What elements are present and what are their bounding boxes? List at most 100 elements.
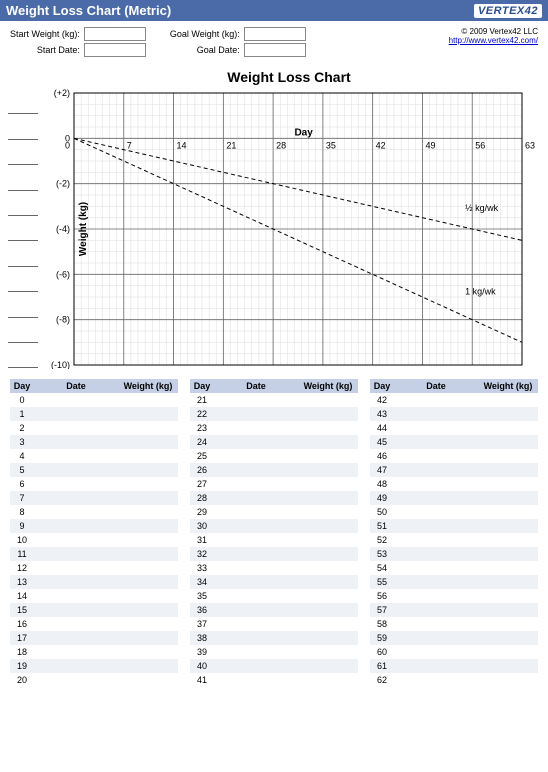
blank-line[interactable]: [8, 89, 38, 114]
vertex42-link[interactable]: http://www.vertex42.com/: [449, 36, 538, 45]
table-row[interactable]: 60: [370, 645, 538, 659]
cell-day: 34: [190, 577, 214, 587]
table-row[interactable]: 40: [190, 659, 358, 673]
table-row[interactable]: 4: [10, 449, 178, 463]
table-row[interactable]: 1: [10, 407, 178, 421]
cell-day: 39: [190, 647, 214, 657]
table-row[interactable]: 14: [10, 589, 178, 603]
table-row[interactable]: 22: [190, 407, 358, 421]
table-row[interactable]: 61: [370, 659, 538, 673]
table-row[interactable]: 37: [190, 617, 358, 631]
start-date-input[interactable]: [84, 43, 146, 57]
blank-line[interactable]: [8, 318, 38, 343]
table-row[interactable]: 32: [190, 547, 358, 561]
table-row[interactable]: 45: [370, 435, 538, 449]
blank-line[interactable]: [8, 114, 38, 139]
table-row[interactable]: 38: [190, 631, 358, 645]
cell-day: 7: [10, 493, 34, 503]
table-row[interactable]: 3: [10, 435, 178, 449]
table-row[interactable]: 6: [10, 477, 178, 491]
table-row[interactable]: 36: [190, 603, 358, 617]
table-row[interactable]: 50: [370, 505, 538, 519]
table-row[interactable]: 46: [370, 449, 538, 463]
table-row[interactable]: 51: [370, 519, 538, 533]
table-row[interactable]: 28: [190, 491, 358, 505]
table-row[interactable]: 53: [370, 547, 538, 561]
cell-day: 8: [10, 507, 34, 517]
cell-day: 58: [370, 619, 394, 629]
cell-day: 30: [190, 521, 214, 531]
blank-line[interactable]: [8, 165, 38, 190]
table-row[interactable]: 2: [10, 421, 178, 435]
table-row[interactable]: 48: [370, 477, 538, 491]
cell-day: 9: [10, 521, 34, 531]
table-row[interactable]: 62: [370, 673, 538, 687]
table-row[interactable]: 41: [190, 673, 358, 687]
table-row[interactable]: 20: [10, 673, 178, 687]
table-header: DayDateWeight (kg): [370, 379, 538, 393]
start-group: Start Weight (kg): Start Date:: [10, 27, 146, 57]
table-row[interactable]: 49: [370, 491, 538, 505]
cell-day: 32: [190, 549, 214, 559]
blank-line[interactable]: [8, 140, 38, 165]
goal-weight-label: Goal Weight (kg):: [170, 29, 240, 39]
cell-day: 50: [370, 507, 394, 517]
blank-line[interactable]: [8, 216, 38, 241]
svg-text:21: 21: [226, 140, 236, 150]
table-row[interactable]: 39: [190, 645, 358, 659]
table-row[interactable]: 43: [370, 407, 538, 421]
table-row[interactable]: 33: [190, 561, 358, 575]
blank-line[interactable]: [8, 241, 38, 266]
table-row[interactable]: 29: [190, 505, 358, 519]
cell-day: 44: [370, 423, 394, 433]
goal-weight-input[interactable]: [244, 27, 306, 41]
svg-text:28: 28: [276, 140, 286, 150]
table-row[interactable]: 8: [10, 505, 178, 519]
cell-day: 57: [370, 605, 394, 615]
table-row[interactable]: 17: [10, 631, 178, 645]
table-row[interactable]: 15: [10, 603, 178, 617]
table-row[interactable]: 11: [10, 547, 178, 561]
svg-text:63: 63: [525, 140, 535, 150]
table-row[interactable]: 23: [190, 421, 358, 435]
table-row[interactable]: 57: [370, 603, 538, 617]
table-row[interactable]: 35: [190, 589, 358, 603]
table-row[interactable]: 44: [370, 421, 538, 435]
table-row[interactable]: 47: [370, 463, 538, 477]
goal-date-input[interactable]: [244, 43, 306, 57]
blank-line[interactable]: [8, 343, 38, 368]
table-row[interactable]: 21: [190, 393, 358, 407]
table-row[interactable]: 59: [370, 631, 538, 645]
table-row[interactable]: 30: [190, 519, 358, 533]
svg-text:½ kg/wk: ½ kg/wk: [465, 203, 499, 213]
table-row[interactable]: 16: [10, 617, 178, 631]
table-row[interactable]: 26: [190, 463, 358, 477]
log-table: DayDateWeight (kg)0123456789101112131415…: [10, 379, 178, 687]
table-row[interactable]: 34: [190, 575, 358, 589]
start-weight-input[interactable]: [84, 27, 146, 41]
table-row[interactable]: 58: [370, 617, 538, 631]
table-row[interactable]: 54: [370, 561, 538, 575]
table-row[interactable]: 55: [370, 575, 538, 589]
table-row[interactable]: 52: [370, 533, 538, 547]
blank-line[interactable]: [8, 267, 38, 292]
table-row[interactable]: 27: [190, 477, 358, 491]
table-row[interactable]: 12: [10, 561, 178, 575]
table-row[interactable]: 9: [10, 519, 178, 533]
table-row[interactable]: 56: [370, 589, 538, 603]
table-row[interactable]: 10: [10, 533, 178, 547]
table-row[interactable]: 19: [10, 659, 178, 673]
cell-day: 17: [10, 633, 34, 643]
blank-line[interactable]: [8, 191, 38, 216]
table-row[interactable]: 18: [10, 645, 178, 659]
table-row[interactable]: 7: [10, 491, 178, 505]
table-row[interactable]: 0: [10, 393, 178, 407]
blank-line[interactable]: [8, 292, 38, 317]
table-row[interactable]: 24: [190, 435, 358, 449]
table-row[interactable]: 31: [190, 533, 358, 547]
table-row[interactable]: 25: [190, 449, 358, 463]
cell-day: 1: [10, 409, 34, 419]
table-row[interactable]: 5: [10, 463, 178, 477]
table-row[interactable]: 42: [370, 393, 538, 407]
table-row[interactable]: 13: [10, 575, 178, 589]
